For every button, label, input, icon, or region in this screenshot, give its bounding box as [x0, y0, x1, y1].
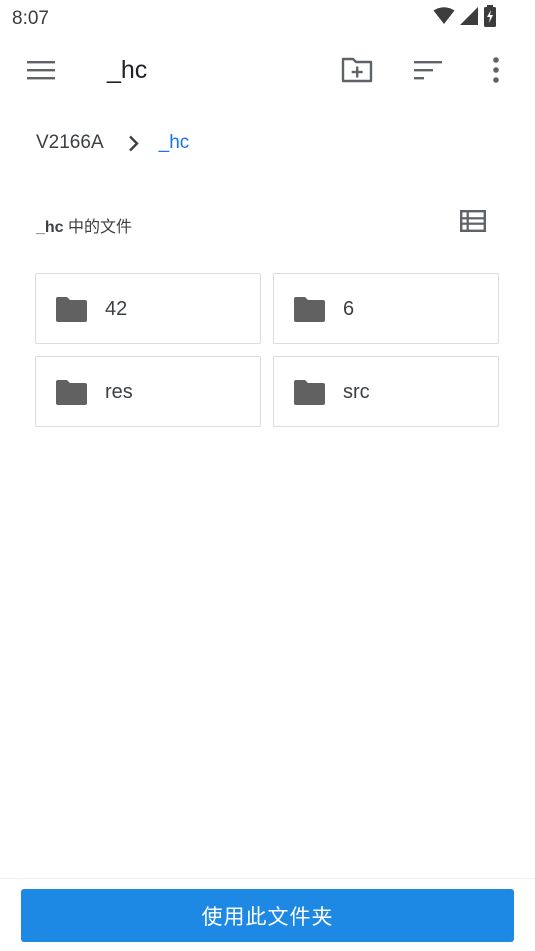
folder-icon	[294, 379, 325, 405]
more-vert-icon	[492, 56, 500, 88]
folder-name: 42	[105, 298, 128, 320]
section-title: _hc 中的文件	[36, 213, 132, 237]
bottom-divider	[0, 878, 535, 879]
folder-icon	[56, 296, 87, 322]
breadcrumb-root[interactable]: V2166A	[36, 132, 104, 154]
section-folder-name: _hc	[36, 219, 64, 236]
list-view-icon	[460, 209, 487, 237]
folder-item[interactable]: 6	[273, 273, 499, 344]
use-this-folder-button[interactable]: 使用此文件夹	[21, 889, 514, 942]
wifi-icon	[433, 6, 455, 30]
status-icons	[433, 4, 497, 32]
chevron-right-icon	[128, 135, 139, 152]
toolbar-title: _hc	[107, 56, 148, 84]
folder-name: 6	[343, 298, 355, 320]
status-bar: 8:07	[0, 0, 535, 36]
folder-name: res	[105, 381, 133, 403]
menu-icon	[27, 60, 55, 85]
folder-name: src	[343, 381, 370, 403]
breadcrumb-current[interactable]: _hc	[159, 132, 190, 154]
view-toggle-button[interactable]	[458, 208, 488, 238]
status-time: 8:07	[12, 8, 49, 29]
new-folder-icon	[341, 57, 373, 88]
folder-item[interactable]: 42	[35, 273, 261, 344]
folder-icon	[56, 379, 87, 405]
section-suffix: 中的文件	[63, 219, 133, 236]
more-options-button[interactable]	[476, 52, 516, 92]
cell-signal-icon	[459, 6, 479, 31]
folder-icon	[294, 296, 325, 322]
sort-button[interactable]	[408, 52, 448, 92]
folder-item[interactable]: res	[35, 356, 261, 427]
breadcrumb: V2166A _hc	[36, 128, 189, 158]
folder-item[interactable]: src	[273, 356, 499, 427]
section-header: _hc 中的文件	[36, 208, 488, 238]
new-folder-button[interactable]	[337, 52, 377, 92]
file-picker-screen: 8:07 _hc V2166A _hc _hc 中的文件 42 6 res sr…	[0, 0, 535, 951]
menu-button[interactable]	[21, 52, 61, 92]
app-toolbar: _hc	[0, 40, 535, 104]
sort-icon	[414, 60, 442, 85]
battery-charging-icon	[483, 4, 497, 32]
